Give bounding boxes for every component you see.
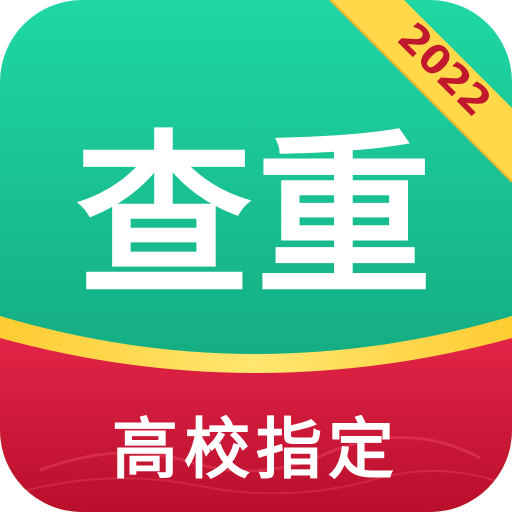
app-icon: 查重 2022 高校指定 — [0, 0, 512, 512]
app-title: 查重 — [75, 115, 436, 320]
app-subtitle: 高校指定 — [112, 411, 400, 488]
